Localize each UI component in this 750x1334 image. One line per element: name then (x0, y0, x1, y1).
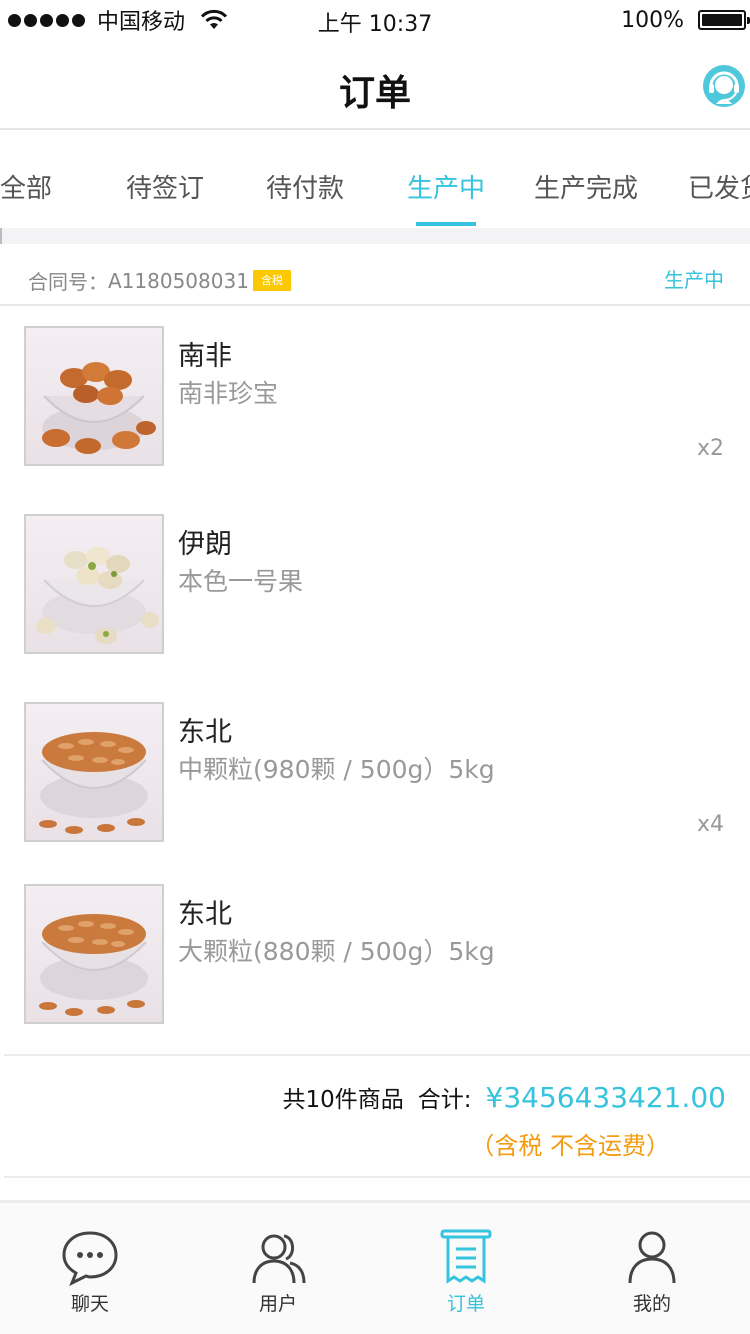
contract-value: A1180508031 (108, 268, 249, 293)
product-name: 东北 (178, 899, 232, 930)
product-spec: 大颗粒(880颗 / 500g）5kg (178, 937, 495, 966)
item-count: 共10件商品 (282, 1087, 404, 1113)
divider (4, 1176, 750, 1178)
tax-badge: 含税 (252, 270, 291, 291)
tab-shipped[interactable]: 已发货 (688, 168, 750, 205)
contract-number: 合同号： A1180508031 含税 (28, 266, 291, 295)
total-label: 合计: (417, 1087, 472, 1113)
tabbar-users[interactable]: 用户 (218, 1227, 338, 1316)
product-image (24, 326, 164, 466)
order-summary: 共10件商品 合计: ¥3456433421.00 （含税 不含运费） (0, 1056, 750, 1176)
order-status: 生产中 (664, 268, 724, 292)
tab-pending-sign[interactable]: 待签订 (126, 168, 204, 205)
product-spec: 本色一号果 (178, 567, 304, 596)
customer-service-icon[interactable] (702, 64, 746, 108)
status-bar: 中国移动 上午 10:37 100% (0, 0, 750, 40)
users-icon (252, 1234, 306, 1284)
battery-percent: 100% (621, 7, 684, 33)
product-quantity: x2 (696, 436, 724, 461)
active-tab-indicator (416, 222, 476, 226)
order-item[interactable]: 伊朗 本色一号果 (0, 514, 750, 654)
order-item[interactable]: 东北 中颗粒(980颗 / 500g）5kg x4 (0, 702, 750, 842)
tabbar-label: 订单 (446, 1293, 485, 1315)
tab-in-production[interactable]: 生产中 (407, 168, 485, 205)
section-divider (0, 228, 750, 244)
summary-totals: 共10件商品 合计: ¥3456433421.00 (282, 1080, 726, 1114)
person-icon (628, 1231, 676, 1284)
bottom-tab-bar: 聊天 用户 订单 我的 (0, 1200, 750, 1334)
product-name: 南非 (178, 341, 232, 372)
product-image (24, 514, 164, 654)
product-name: 东北 (178, 717, 232, 748)
tab-all[interactable]: 全部 (0, 168, 52, 205)
order-header[interactable]: 合同号： A1180508031 含税 生产中 (0, 244, 750, 306)
product-name: 伊朗 (178, 529, 232, 560)
product-image (24, 702, 164, 842)
tabbar-label: 我的 (632, 1293, 671, 1315)
tab-production-complete[interactable]: 生产完成 (534, 168, 638, 205)
product-image (24, 884, 164, 1024)
contract-label: 合同号： (28, 270, 108, 294)
product-spec: 中颗粒(980颗 / 500g）5kg (178, 755, 495, 784)
tab-pending-payment[interactable]: 待付款 (266, 168, 344, 205)
status-right: 100% (621, 0, 750, 40)
receipt-icon (440, 1229, 492, 1284)
tabbar-orders[interactable]: 订单 (406, 1227, 526, 1316)
tabbar-profile[interactable]: 我的 (592, 1227, 712, 1316)
nav-bar: 订单 (0, 40, 750, 130)
tax-note: （含税 不含运费） (470, 1132, 670, 1160)
chat-bubble-icon (62, 1231, 118, 1287)
tabbar-chat[interactable]: 聊天 (30, 1227, 150, 1316)
page-title: 订单 (338, 73, 411, 114)
tabbar-label: 聊天 (70, 1293, 109, 1315)
total-amount: ¥3456433421.00 (485, 1081, 727, 1114)
order-status-tabs: 全部 待签订 待付款 生产中 生产完成 已发货 (0, 132, 750, 228)
order-item[interactable]: 南非 南非珍宝 x2 (0, 326, 750, 466)
product-quantity: x4 (696, 812, 724, 837)
product-spec: 南非珍宝 (178, 379, 279, 408)
battery-icon (698, 10, 750, 30)
order-item[interactable]: 东北 大颗粒(880颗 / 500g）5kg (0, 884, 750, 1024)
tabbar-label: 用户 (258, 1293, 297, 1315)
